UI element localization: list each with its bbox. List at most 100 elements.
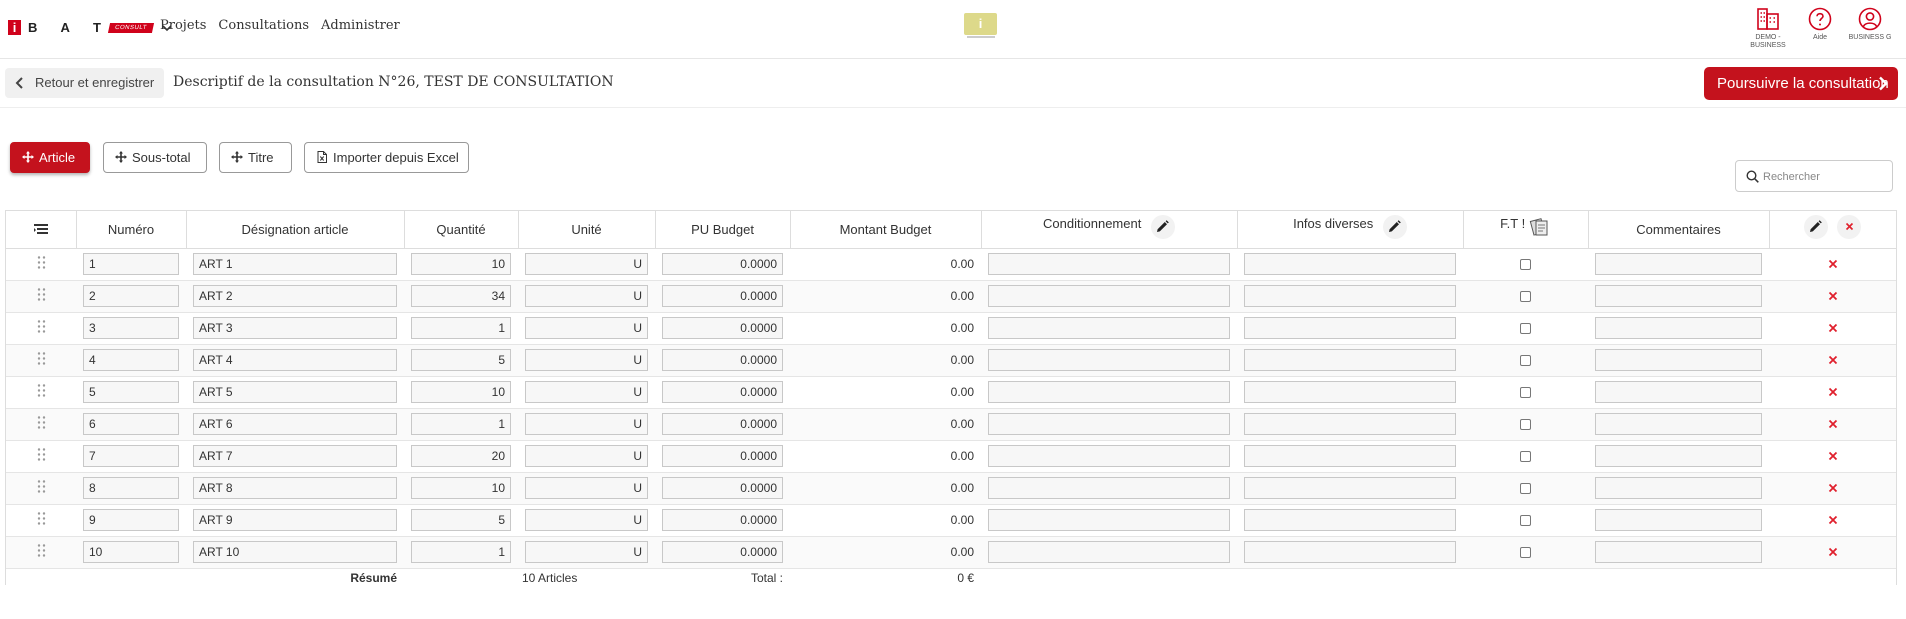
drag-handle[interactable] bbox=[6, 504, 76, 537]
back-and-save-button[interactable]: Retour et enregistrer bbox=[5, 68, 165, 98]
delete-row-button[interactable] bbox=[1769, 312, 1896, 345]
drag-handle[interactable] bbox=[6, 472, 76, 505]
designation-input[interactable]: ART 6 bbox=[193, 413, 397, 435]
pu-budget-input[interactable]: 0.0000 bbox=[662, 317, 783, 339]
numero-input[interactable]: 1 bbox=[83, 253, 179, 275]
ft-checkbox[interactable] bbox=[1520, 354, 1531, 366]
commentaires-input[interactable] bbox=[1595, 317, 1762, 339]
quantite-input[interactable]: 5 bbox=[411, 349, 511, 371]
numero-input[interactable]: 8 bbox=[83, 477, 179, 499]
edit-conditionnement-button[interactable] bbox=[1150, 215, 1175, 240]
unite-input[interactable]: U bbox=[525, 317, 648, 339]
commentaires-input[interactable] bbox=[1595, 477, 1762, 499]
conditionnement-input[interactable] bbox=[988, 541, 1230, 563]
delete-row-button[interactable] bbox=[1769, 440, 1896, 473]
quantite-input[interactable]: 10 bbox=[411, 381, 511, 403]
ft-checkbox[interactable] bbox=[1520, 546, 1531, 558]
designation-input[interactable]: ART 8 bbox=[193, 477, 397, 499]
delete-row-button[interactable] bbox=[1769, 344, 1896, 377]
nav-administrer[interactable]: Administrer bbox=[321, 18, 400, 33]
numero-input[interactable]: 2 bbox=[83, 285, 179, 307]
ft-checkbox[interactable] bbox=[1520, 258, 1531, 270]
unite-input[interactable]: U bbox=[525, 285, 648, 307]
commentaires-input[interactable] bbox=[1595, 509, 1762, 531]
ft-checkbox[interactable] bbox=[1520, 322, 1531, 334]
drag-handle[interactable] bbox=[6, 344, 76, 377]
quantite-input[interactable]: 20 bbox=[411, 445, 511, 467]
numero-input[interactable]: 10 bbox=[83, 541, 179, 563]
delete-row-button[interactable] bbox=[1769, 536, 1896, 569]
delete-row-button[interactable] bbox=[1769, 248, 1896, 281]
conditionnement-input[interactable] bbox=[988, 285, 1230, 307]
user-menu[interactable]: BUSINESS G bbox=[1845, 6, 1895, 42]
infos-diverses-input[interactable] bbox=[1244, 477, 1456, 499]
unite-input[interactable]: U bbox=[525, 349, 648, 371]
pu-budget-input[interactable]: 0.0000 bbox=[662, 253, 783, 275]
add-subtotal-button[interactable]: Sous-total bbox=[103, 142, 207, 173]
designation-input[interactable]: ART 2 bbox=[193, 285, 397, 307]
help-menu[interactable]: Aide bbox=[1795, 6, 1845, 42]
infos-diverses-input[interactable] bbox=[1244, 541, 1456, 563]
commentaires-input[interactable] bbox=[1595, 381, 1762, 403]
conditionnement-input[interactable] bbox=[988, 253, 1230, 275]
pu-budget-input[interactable]: 0.0000 bbox=[662, 509, 783, 531]
drag-handle[interactable] bbox=[6, 536, 76, 569]
conditionnement-input[interactable] bbox=[988, 413, 1230, 435]
infos-diverses-input[interactable] bbox=[1244, 253, 1456, 275]
search-input[interactable] bbox=[1763, 168, 1888, 186]
ft-checkbox[interactable] bbox=[1520, 482, 1531, 494]
company-menu[interactable]: DEMO - BUSINESS bbox=[1743, 6, 1793, 50]
drag-handle[interactable] bbox=[6, 440, 76, 473]
drag-handle[interactable] bbox=[6, 280, 76, 313]
conditionnement-input[interactable] bbox=[988, 509, 1230, 531]
infos-diverses-input[interactable] bbox=[1244, 285, 1456, 307]
infos-diverses-input[interactable] bbox=[1244, 413, 1456, 435]
conditionnement-input[interactable] bbox=[988, 445, 1230, 467]
unite-input[interactable]: U bbox=[525, 445, 648, 467]
commentaires-input[interactable] bbox=[1595, 445, 1762, 467]
pu-budget-input[interactable]: 0.0000 bbox=[662, 477, 783, 499]
numero-input[interactable]: 9 bbox=[83, 509, 179, 531]
unite-input[interactable]: U bbox=[525, 477, 648, 499]
infos-diverses-input[interactable] bbox=[1244, 381, 1456, 403]
quantite-input[interactable]: 34 bbox=[411, 285, 511, 307]
delete-all-button[interactable] bbox=[1837, 215, 1862, 240]
commentaires-input[interactable] bbox=[1595, 285, 1762, 307]
conditionnement-input[interactable] bbox=[988, 477, 1230, 499]
drag-handle[interactable] bbox=[6, 248, 76, 281]
ft-checkbox[interactable] bbox=[1520, 514, 1531, 526]
designation-input[interactable]: ART 4 bbox=[193, 349, 397, 371]
quantite-input[interactable]: 1 bbox=[411, 413, 511, 435]
import-excel-button[interactable]: Importer depuis Excel bbox=[304, 142, 469, 173]
continue-consultation-button[interactable]: Poursuivre la consultation bbox=[1704, 67, 1898, 100]
conditionnement-input[interactable] bbox=[988, 381, 1230, 403]
numero-input[interactable]: 6 bbox=[83, 413, 179, 435]
designation-input[interactable]: ART 5 bbox=[193, 381, 397, 403]
pu-budget-input[interactable]: 0.0000 bbox=[662, 541, 783, 563]
delete-row-button[interactable] bbox=[1769, 280, 1896, 313]
designation-input[interactable]: ART 10 bbox=[193, 541, 397, 563]
designation-input[interactable]: ART 7 bbox=[193, 445, 397, 467]
quantite-input[interactable]: 5 bbox=[411, 509, 511, 531]
nav-consultations[interactable]: Consultations bbox=[218, 18, 309, 33]
ft-checkbox[interactable] bbox=[1520, 418, 1531, 430]
edit-infos-button[interactable] bbox=[1382, 215, 1407, 240]
unite-input[interactable]: U bbox=[525, 253, 648, 275]
commentaires-input[interactable] bbox=[1595, 541, 1762, 563]
ibat-logo[interactable]: i B A T CONSULT bbox=[8, 20, 173, 35]
delete-row-button[interactable] bbox=[1769, 472, 1896, 505]
ft-checkbox[interactable] bbox=[1520, 290, 1531, 302]
drag-handle[interactable] bbox=[6, 408, 76, 441]
numero-input[interactable]: 3 bbox=[83, 317, 179, 339]
drag-handle[interactable] bbox=[6, 376, 76, 409]
pu-budget-input[interactable]: 0.0000 bbox=[662, 285, 783, 307]
commentaires-input[interactable] bbox=[1595, 253, 1762, 275]
delete-row-button[interactable] bbox=[1769, 376, 1896, 409]
infos-diverses-input[interactable] bbox=[1244, 349, 1456, 371]
unite-input[interactable]: U bbox=[525, 381, 648, 403]
unite-input[interactable]: U bbox=[525, 413, 648, 435]
numero-input[interactable]: 5 bbox=[83, 381, 179, 403]
unite-input[interactable]: U bbox=[525, 541, 648, 563]
commentaires-input[interactable] bbox=[1595, 349, 1762, 371]
commentaires-input[interactable] bbox=[1595, 413, 1762, 435]
